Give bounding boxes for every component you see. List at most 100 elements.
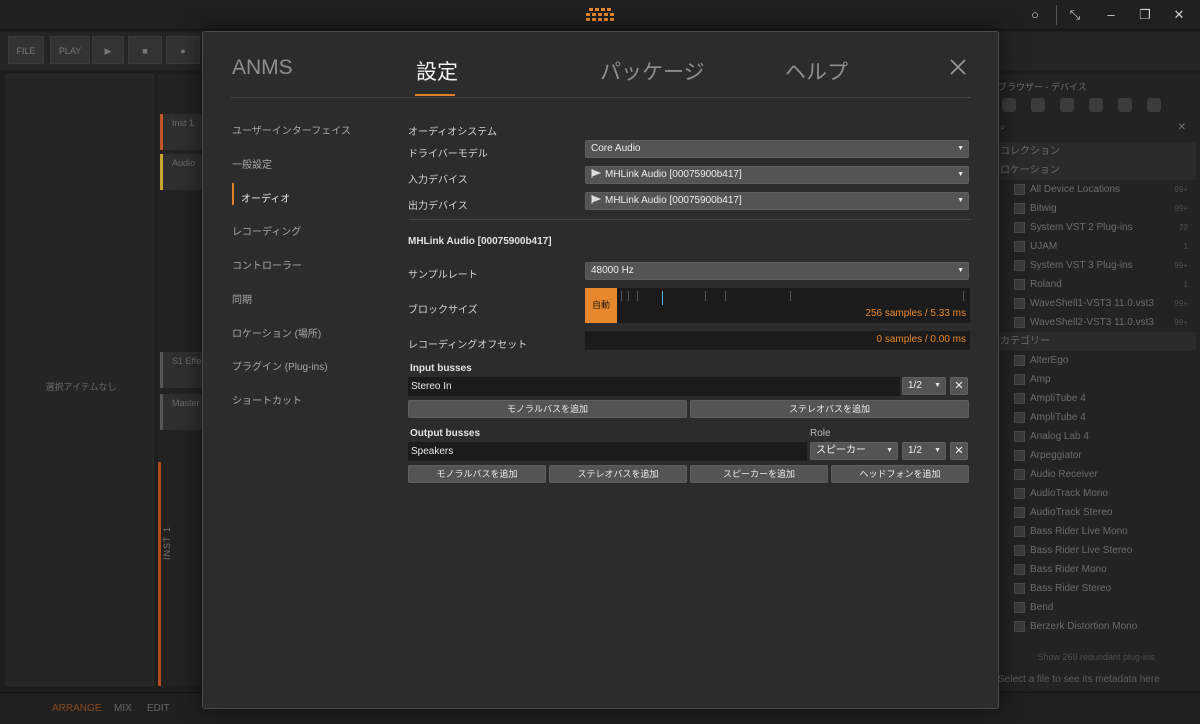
record-icon[interactable]: ● [166,36,200,64]
file-button[interactable]: FILE [8,36,44,64]
browser-more[interactable]: Show 269 redundant plug-ins [996,652,1196,662]
add-stereo-input-bus-button[interactable]: ステレオバスを追加 [690,400,969,418]
output-device-select[interactable]: MHLink Audio [00075900b417] ▼ [585,192,969,210]
filter-icon[interactable] [1089,98,1103,112]
tab-settings[interactable]: 設定 [416,56,458,86]
slider-tick [637,291,638,301]
sidebar-item-recording[interactable]: レコーディング [232,223,301,238]
rec-offset-field[interactable]: 0 samples / 0.00 ms [585,331,970,350]
track-master[interactable]: Master [160,394,202,430]
browser-item[interactable]: Berzerk Distortion Mono [996,617,1196,636]
dropdown-arrow-icon: ▼ [957,197,964,204]
browser-item[interactable]: Roland 1 [996,275,1196,294]
tab-packages[interactable]: パッケージ [600,56,705,86]
filter-icon[interactable] [1031,98,1045,112]
record-circle-icon[interactable]: ○ [1026,6,1044,24]
filter-icon[interactable] [1118,98,1132,112]
sidebar-item-shortcuts[interactable]: ショートカット [232,392,302,407]
sidebar-item-general[interactable]: 一般設定 [232,156,272,171]
browser-item[interactable]: WaveShell1-VST3 11.0.vst3 99+ [996,294,1196,313]
track-effect[interactable]: S1 Effe [160,352,202,388]
restore-icon[interactable]: ❐ [1136,6,1154,24]
browser-item[interactable]: AmpliTube 4 [996,389,1196,408]
block-size-slider[interactable]: 自動 256 samples / 5.33 ms [585,288,970,323]
output-device-label: 出力デバイス [408,201,468,212]
add-mono-output-bus-button[interactable]: モノラルバスを追加 [408,465,546,483]
fullscreen-icon[interactable]: ⤡ [1066,6,1084,24]
device-icon [1014,468,1025,480]
no-selection-text: 選択アイテムなし [45,382,117,392]
device-icon [1014,582,1025,594]
sidebar-item-ui[interactable]: ユーザーインターフェイス [232,122,351,137]
browser-section-header[interactable]: ロケーション [996,161,1196,180]
browser-item[interactable]: System VST 3 Plug-ins 99+ [996,256,1196,275]
browser-item[interactable]: Amp [996,370,1196,389]
browser-item-label: AlterEgo [1030,355,1069,366]
browser-item[interactable]: UJAM 1 [996,237,1196,256]
browser-item[interactable]: All Device Locations 99+ [996,180,1196,199]
slider-tick [725,291,726,301]
browser-item[interactable]: Bitwig 99+ [996,199,1196,218]
tab-help[interactable]: ヘルプ [785,56,848,86]
browser-item[interactable]: AmpliTube 4 [996,408,1196,427]
tab-mix[interactable]: MIX [114,703,132,714]
browser-section-header[interactable]: コレクション [996,142,1196,161]
sidebar-item-locations[interactable]: ロケーション (場所) [232,325,321,340]
browser-item[interactable]: Arpeggiator [996,446,1196,465]
window-close-icon[interactable]: ✕ [1170,6,1188,24]
browser-item[interactable]: AudioTrack Mono [996,484,1196,503]
add-headphone-button[interactable]: ヘッドフォンを追加 [831,465,969,483]
browser-item-label: AmpliTube 4 [1030,393,1086,404]
browser-item[interactable]: Audio Receiver [996,465,1196,484]
device-icon [1014,316,1025,328]
block-size-label: ブロックサイズ [408,305,478,316]
add-mono-input-bus-button[interactable]: モノラルバスを追加 [408,400,687,418]
tab-anms[interactable]: ANMS [232,56,293,80]
track-audio[interactable]: Audio [160,154,202,190]
sidebar-item-audio[interactable]: オーディオ [241,190,290,205]
sample-rate-select[interactable]: 48000 Hz ▼ [585,262,969,280]
browser-item-count: 99+ [1174,318,1188,327]
minimize-icon[interactable]: – [1102,6,1120,24]
browser-item[interactable]: Bass Rider Live Mono [996,522,1196,541]
add-stereo-output-bus-button[interactable]: ステレオバスを追加 [549,465,687,483]
filter-icon[interactable] [1060,98,1074,112]
browser-item[interactable]: Bass Rider Stereo [996,579,1196,598]
dropdown-arrow-icon: ▼ [957,267,964,274]
close-icon[interactable] [949,58,967,76]
remove-output-bus-icon[interactable]: ✕ [950,442,968,460]
stop-icon[interactable]: ■ [128,36,162,64]
browser-item[interactable]: Analog Lab 4 [996,427,1196,446]
tab-arrange[interactable]: ARRANGE [52,703,101,714]
browser-item[interactable]: Bass Rider Live Stereo [996,541,1196,560]
filter-icon[interactable] [1002,98,1016,112]
clear-search-icon[interactable]: ✕ [1178,122,1186,133]
input-bus-name[interactable]: Stereo In [408,377,900,396]
browser-search[interactable]: ⌕ ✕ [998,122,1194,138]
input-bus-channels-select[interactable]: 1/2 ▼ [902,377,946,395]
browser-section-header[interactable]: カテゴリー [996,332,1196,351]
output-bus-channels-select[interactable]: 1/2 ▼ [902,442,946,460]
filter-icon[interactable] [1147,98,1161,112]
browser-item[interactable]: Bass Rider Mono [996,560,1196,579]
remove-input-bus-icon[interactable]: ✕ [950,377,968,395]
browser-item-label: UJAM [1030,241,1058,252]
browser-item[interactable]: Bend [996,598,1196,617]
block-auto-button[interactable]: 自動 [585,288,617,323]
browser-item[interactable]: AudioTrack Stereo [996,503,1196,522]
sidebar-item-sync[interactable]: 同期 [232,291,252,306]
sidebar-item-plugins[interactable]: プラグイン (Plug-ins) [232,358,328,373]
output-bus-name[interactable]: Speakers [408,442,807,461]
output-bus-role-select[interactable]: スピーカー ▼ [810,442,898,460]
input-device-select[interactable]: MHLink Audio [00075900b417] ▼ [585,166,969,184]
tab-edit[interactable]: EDIT [147,703,170,714]
track-inst1[interactable]: Inst 1 [160,114,202,150]
sidebar-item-controllers[interactable]: コントローラー [232,257,302,272]
play-icon[interactable]: ▶ [92,36,124,64]
browser-item[interactable]: System VST 2 Plug-ins 22 [996,218,1196,237]
add-speaker-button[interactable]: スピーカーを追加 [690,465,828,483]
browser-item[interactable]: AlterEgo [996,351,1196,370]
browser-item[interactable]: WaveShell2-VST3 11.0.vst3 99+ [996,313,1196,332]
driver-model-select[interactable]: Core Audio ▼ [585,140,969,158]
play-menu-button[interactable]: PLAY [50,36,90,64]
